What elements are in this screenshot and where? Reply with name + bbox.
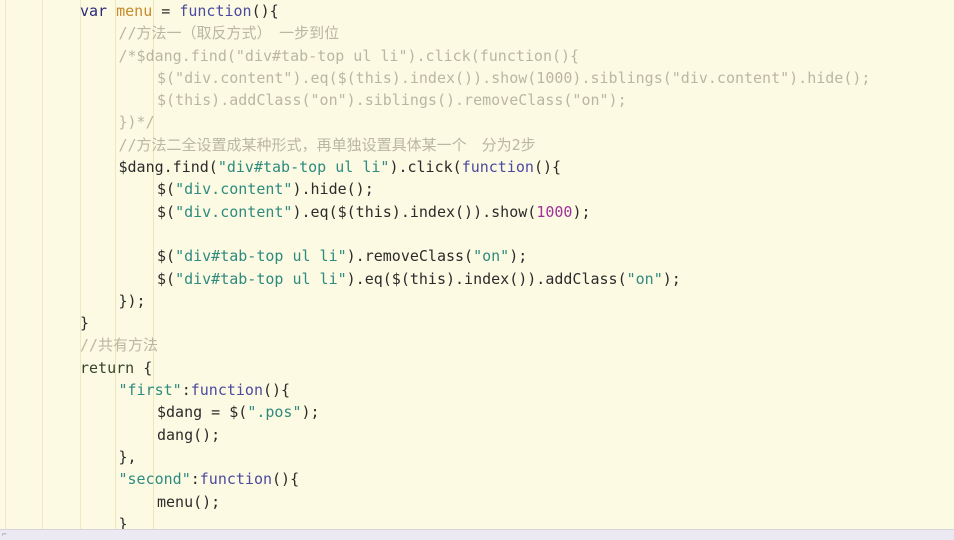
code-token-kw2: function — [461, 158, 534, 177]
code-token-cmt: //共有方法 — [80, 336, 159, 355]
code-token-cmt: })*/ — [118, 113, 155, 132]
code-line[interactable]: } — [0, 312, 954, 334]
code-token-str: ".pos" — [247, 403, 302, 422]
code-line[interactable]: } — [0, 513, 954, 529]
code-token-plain: (){ — [263, 381, 291, 400]
code-token-plain: ).click( — [389, 158, 462, 177]
code-token-kw2: function — [179, 2, 252, 20]
status-caret-icon: ⌐ — [2, 530, 7, 539]
code-line[interactable]: }, — [0, 446, 954, 468]
code-token-cmt: //方法一（取反方式） 一步到位 — [118, 24, 340, 43]
code-token-plain: $( — [157, 202, 176, 221]
code-token-str: "div.content" — [175, 202, 293, 221]
code-token-fn: menu — [116, 2, 153, 20]
code-line[interactable]: $("div.content").eq($(this).index()).sho… — [0, 67, 954, 89]
code-line[interactable]: $dang.find("div#tab-top ul li").click(fu… — [0, 156, 954, 178]
code-token-plain: ).hide(); — [292, 180, 374, 199]
code-line[interactable]: menu(); — [0, 491, 954, 513]
code-token-plain: }); — [118, 291, 146, 310]
code-token-kw: var — [80, 2, 108, 20]
code-editor[interactable]: var menu = function(){//方法一（取反方式） 一步到位/*… — [0, 0, 954, 529]
code-token-plain: } — [118, 514, 128, 529]
code-line[interactable]: var menu = function(){ — [0, 0, 954, 22]
code-token-plain: ).removeClass( — [346, 247, 474, 266]
code-token-kw2: function — [190, 381, 263, 400]
code-token-plain: : — [190, 470, 200, 489]
code-token-plain: ).eq($(this).index()).addClass( — [346, 269, 627, 288]
code-token-plain: $dang.find( — [118, 158, 218, 177]
code-token-plain: = — [152, 2, 180, 20]
code-token-plain: $( — [157, 247, 176, 266]
code-line[interactable]: //共有方法 — [0, 334, 954, 356]
code-line[interactable]: })*/ — [0, 111, 954, 133]
code-line[interactable]: $dang = $(".pos"); — [0, 401, 954, 423]
code-line[interactable]: }); — [0, 290, 954, 312]
code-token-cmt: $(this).addClass("on").siblings().remove… — [157, 91, 627, 110]
code-token-str: "div#tab-top ul li" — [217, 158, 390, 177]
code-token-plain: dang(); — [157, 425, 221, 444]
code-token-ret: return — [80, 358, 135, 377]
code-token-plain: : — [181, 381, 191, 400]
code-token-plain: ); — [572, 202, 591, 221]
code-line[interactable]: dang(); — [0, 424, 954, 446]
code-token-str: "div#tab-top ul li" — [175, 247, 347, 266]
code-content[interactable]: var menu = function(){//方法一（取反方式） 一步到位/*… — [0, 0, 954, 529]
code-line[interactable]: "first":function(){ — [0, 379, 954, 401]
code-token-plain: }, — [118, 447, 137, 466]
code-token-kw2: function — [199, 470, 273, 489]
code-token-plain: ).eq($(this).index()).show( — [292, 202, 537, 221]
code-token-plain: $( — [157, 269, 176, 288]
code-token-plain: menu(); — [157, 492, 221, 511]
code-line[interactable]: /*$dang.find("div#tab-top ul li").click(… — [0, 45, 954, 67]
status-bar: ⌐ — [0, 529, 954, 540]
code-line[interactable]: //方法二全设置成某种形式，再单独设置具体某一个 分为2步 — [0, 134, 954, 156]
code-token-plain: ); — [509, 247, 528, 266]
code-token-str: "on" — [473, 247, 510, 266]
code-token-plain: ); — [662, 269, 681, 288]
code-token-plain: $( — [157, 180, 176, 199]
code-line[interactable]: //方法一（取反方式） 一步到位 — [0, 22, 954, 44]
code-token-str: "first" — [118, 381, 182, 400]
code-token-str: "second" — [118, 470, 191, 489]
code-line[interactable]: return { — [0, 357, 954, 379]
code-line[interactable]: $(this).addClass("on").siblings().remove… — [0, 89, 954, 111]
code-token-str: "div#tab-top ul li" — [175, 269, 347, 288]
code-token-plain: (){ — [251, 2, 279, 20]
code-token-plain: $dang = $( — [157, 403, 248, 422]
code-token-str: "div.content" — [175, 180, 293, 199]
code-line[interactable]: $("div#tab-top ul li").eq($(this).index(… — [0, 268, 954, 290]
code-token-plain: ); — [301, 403, 320, 422]
code-token-plain: (){ — [272, 470, 300, 489]
code-token-plain: (){ — [533, 158, 562, 177]
code-token-num: 1000 — [536, 202, 573, 221]
code-token-plain: } — [80, 314, 90, 333]
code-line[interactable] — [0, 223, 954, 245]
code-token-str: "on" — [626, 269, 663, 288]
code-line[interactable]: $("div.content").hide(); — [0, 178, 954, 200]
code-token-cmt: //方法二全设置成某种形式，再单独设置具体某一个 分为2步 — [118, 135, 536, 154]
code-line[interactable]: $("div#tab-top ul li").removeClass("on")… — [0, 245, 954, 267]
code-token-plain: { — [134, 358, 153, 377]
code-line[interactable]: "second":function(){ — [0, 468, 954, 490]
code-line[interactable]: $("div.content").eq($(this).index()).sho… — [0, 201, 954, 223]
code-token-cmt: $("div.content").eq($(this).index()).sho… — [157, 68, 871, 87]
code-token-cmt: /*$dang.find("div#tab-top ul li").click(… — [118, 46, 580, 65]
